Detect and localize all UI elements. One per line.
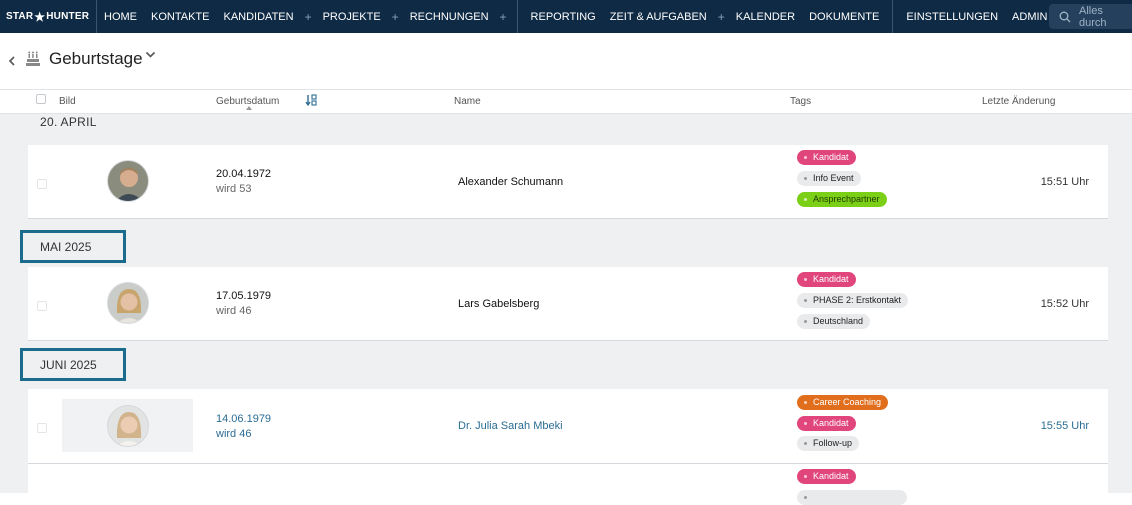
nav-kontakte[interactable]: KONTAKTE (144, 0, 216, 33)
column-letzte-aenderung[interactable]: Letzte Änderung (982, 96, 1055, 107)
tag-phase-2-erstkontakt[interactable]: PHASE 2: Erstkontakt (797, 293, 909, 308)
column-tags[interactable]: Tags (790, 96, 811, 107)
tag-career-coaching[interactable]: Career Coaching (797, 395, 889, 410)
person-name[interactable]: Dr. Julia Sarah Mbeki (458, 420, 563, 432)
logo-text-left: STAR (6, 11, 34, 22)
avatar[interactable] (107, 282, 149, 324)
nav-divider (516, 0, 518, 33)
person-name[interactable]: Lars Gabelsberg (458, 298, 539, 310)
table-row[interactable]: 14.06.1979 wird 46 Dr. Julia Sarah Mbeki… (28, 389, 1108, 464)
group-heading-mai: MAI 2025 (20, 230, 126, 263)
tag-kandidat[interactable]: Kandidat (797, 272, 856, 287)
add-rechnung-plus-icon[interactable]: + (496, 0, 511, 33)
last-modified: 15:52 Uhr (1040, 298, 1089, 310)
birth-date: 17.05.1979 (216, 290, 272, 302)
tag-kandidat[interactable]: Kandidat (797, 469, 856, 484)
table-row[interactable]: 17.05.1979 wird 46 Lars Gabelsberg Kandi… (28, 267, 1108, 341)
starhunter-logo[interactable]: STAR ★ HUNTER (0, 0, 97, 33)
add-aufgabe-plus-icon[interactable]: + (714, 0, 729, 33)
nav-home[interactable]: HOME (97, 0, 144, 33)
person-name[interactable]: Alexander Schumann (458, 176, 563, 188)
birthday-list: 20. APRIL 20.04.1972 wird 53 Alexander S… (0, 114, 1132, 505)
search-placeholder: Alles durch (1079, 4, 1107, 29)
age-label[interactable]: wird 46 (216, 428, 251, 440)
nav-projekte[interactable]: PROJEKTE (316, 0, 388, 33)
add-kandidat-plus-icon[interactable]: + (301, 0, 316, 33)
chevron-left-icon[interactable] (8, 55, 16, 67)
group-heading-april: 20. APRIL (40, 115, 97, 129)
nav-kalender[interactable]: KALENDER (729, 0, 802, 33)
nav-reporting[interactable]: REPORTING (524, 0, 603, 33)
avatar[interactable] (107, 405, 149, 447)
tag-kandidat[interactable]: Kandidat (797, 150, 856, 165)
sort-numeric-icon[interactable] (305, 94, 317, 106)
last-modified: 15:55 Uhr (1040, 420, 1089, 432)
sort-up-icon (246, 106, 252, 110)
tag-follow-up[interactable]: Follow-up (797, 436, 860, 451)
nav-zeit-aufgaben[interactable]: ZEIT & AUFGABEN (603, 0, 714, 33)
nav-einstellungen[interactable]: EINSTELLUNGEN (899, 0, 1005, 33)
row-checkbox[interactable] (37, 179, 47, 189)
page-title: Geburtstage (49, 49, 143, 68)
age-label: wird 53 (216, 183, 252, 195)
table-row[interactable]: 20.04.1972 wird 53 Alexander Schumann Ka… (28, 145, 1108, 219)
tag-ansprechpartner[interactable]: Ansprechpartner (797, 192, 887, 207)
column-bild[interactable]: Bild (59, 96, 76, 107)
table-header: Bild Geburtsdatum Name Tags Letzte Änder… (0, 89, 1132, 114)
nav-admin[interactable]: ADMIN (1005, 0, 1054, 33)
tag-info-event[interactable]: Info Event (797, 171, 861, 186)
page-header: Geburtstage (0, 33, 1132, 89)
last-modified: 15:51 Uhr (1040, 176, 1089, 188)
row-checkbox[interactable] (37, 301, 47, 311)
global-search[interactable]: Alles durch (1049, 4, 1132, 29)
birth-date: 20.04.1972 (216, 168, 272, 180)
tag-deutschland[interactable]: Deutschland (797, 314, 871, 329)
nav-dokumente[interactable]: DOKUMENTE (802, 0, 886, 33)
nav-kandidaten[interactable]: KANDIDATEN (216, 0, 300, 33)
tag-partial[interactable] (797, 490, 907, 505)
cake-icon (26, 51, 40, 66)
search-icon (1059, 11, 1071, 22)
row-checkbox[interactable] (37, 423, 47, 433)
add-projekt-plus-icon[interactable]: + (388, 0, 403, 33)
nav-rechnungen[interactable]: RECHNUNGEN (403, 0, 496, 33)
birth-date[interactable]: 14.06.1979 (216, 413, 271, 425)
star-icon: ★ (34, 9, 46, 24)
age-label: wird 46 (216, 305, 252, 317)
chevron-down-icon[interactable] (145, 51, 156, 59)
avatar[interactable] (107, 160, 149, 202)
nav-divider (892, 0, 894, 33)
column-name[interactable]: Name (454, 96, 481, 107)
table-row[interactable]: Kandidat (28, 464, 1108, 505)
tag-kandidat[interactable]: Kandidat (797, 416, 856, 431)
group-heading-juni: JUNI 2025 (20, 348, 126, 381)
top-navigation: STAR ★ HUNTER HOME KONTAKTE KANDIDATEN +… (0, 0, 1132, 33)
select-all-checkbox[interactable] (36, 94, 46, 104)
logo-text-right: HUNTER (46, 11, 90, 22)
